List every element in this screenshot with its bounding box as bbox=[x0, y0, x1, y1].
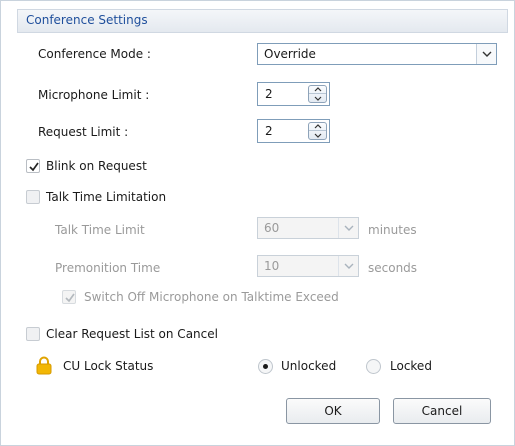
request-limit-label: Request Limit : bbox=[38, 125, 129, 139]
switch-off-microphone-checkbox[interactable] bbox=[62, 290, 76, 304]
cancel-button[interactable]: Cancel bbox=[393, 398, 491, 424]
request-limit-stepper[interactable] bbox=[308, 122, 327, 140]
premonition-time-value: 10 bbox=[264, 259, 280, 273]
check-icon bbox=[65, 293, 75, 303]
talk-time-limitation-checkbox[interactable] bbox=[26, 190, 40, 204]
microphone-limit-value: 2 bbox=[265, 87, 273, 101]
unlocked-radio[interactable] bbox=[258, 359, 273, 374]
section-header: Conference Settings bbox=[17, 9, 508, 33]
ok-button[interactable]: OK bbox=[286, 398, 380, 424]
talk-time-limit-select[interactable]: 60 bbox=[257, 217, 359, 239]
chevron-down-icon[interactable] bbox=[338, 256, 358, 276]
conference-mode-select[interactable]: Override bbox=[257, 43, 497, 65]
microphone-limit-stepper[interactable] bbox=[308, 85, 327, 103]
premonition-time-unit: seconds bbox=[368, 261, 418, 275]
decrement-icon[interactable] bbox=[309, 94, 326, 102]
decrement-icon[interactable] bbox=[309, 131, 326, 139]
check-icon bbox=[29, 162, 39, 172]
lock-icon bbox=[36, 356, 52, 378]
talk-time-limit-value: 60 bbox=[264, 221, 280, 235]
request-limit-spinbox[interactable]: 2 bbox=[257, 119, 330, 143]
unlocked-label[interactable]: Unlocked bbox=[281, 359, 336, 373]
talk-time-limit-unit: minutes bbox=[368, 223, 417, 237]
switch-off-microphone-label[interactable]: Switch Off Microphone on Talktime Exceed bbox=[84, 290, 339, 304]
conference-mode-value: Override bbox=[264, 47, 316, 61]
locked-label[interactable]: Locked bbox=[390, 359, 432, 373]
increment-icon[interactable] bbox=[309, 123, 326, 131]
premonition-time-label: Premonition Time bbox=[55, 261, 161, 275]
microphone-limit-spinbox[interactable]: 2 bbox=[257, 82, 330, 106]
increment-icon[interactable] bbox=[309, 86, 326, 94]
conference-mode-label: Conference Mode : bbox=[38, 47, 151, 61]
section-title: Conference Settings bbox=[26, 13, 148, 27]
clear-request-list-checkbox[interactable] bbox=[26, 327, 40, 341]
premonition-time-select[interactable]: 10 bbox=[257, 255, 359, 277]
chevron-down-icon[interactable] bbox=[476, 44, 496, 64]
chevron-down-icon[interactable] bbox=[338, 218, 358, 238]
clear-request-list-label[interactable]: Clear Request List on Cancel bbox=[46, 327, 218, 341]
talk-time-limitation-label[interactable]: Talk Time Limitation bbox=[46, 190, 166, 204]
cu-lock-status-label: CU Lock Status bbox=[63, 359, 154, 373]
request-limit-value: 2 bbox=[265, 124, 273, 138]
locked-radio[interactable] bbox=[366, 359, 381, 374]
blink-on-request-checkbox[interactable] bbox=[26, 159, 40, 173]
microphone-limit-label: Microphone Limit : bbox=[38, 88, 150, 102]
talk-time-limit-label: Talk Time Limit bbox=[55, 223, 145, 237]
blink-on-request-label[interactable]: Blink on Request bbox=[46, 159, 147, 173]
conference-settings-panel: Conference Settings Conference Mode : Ov… bbox=[0, 0, 515, 446]
